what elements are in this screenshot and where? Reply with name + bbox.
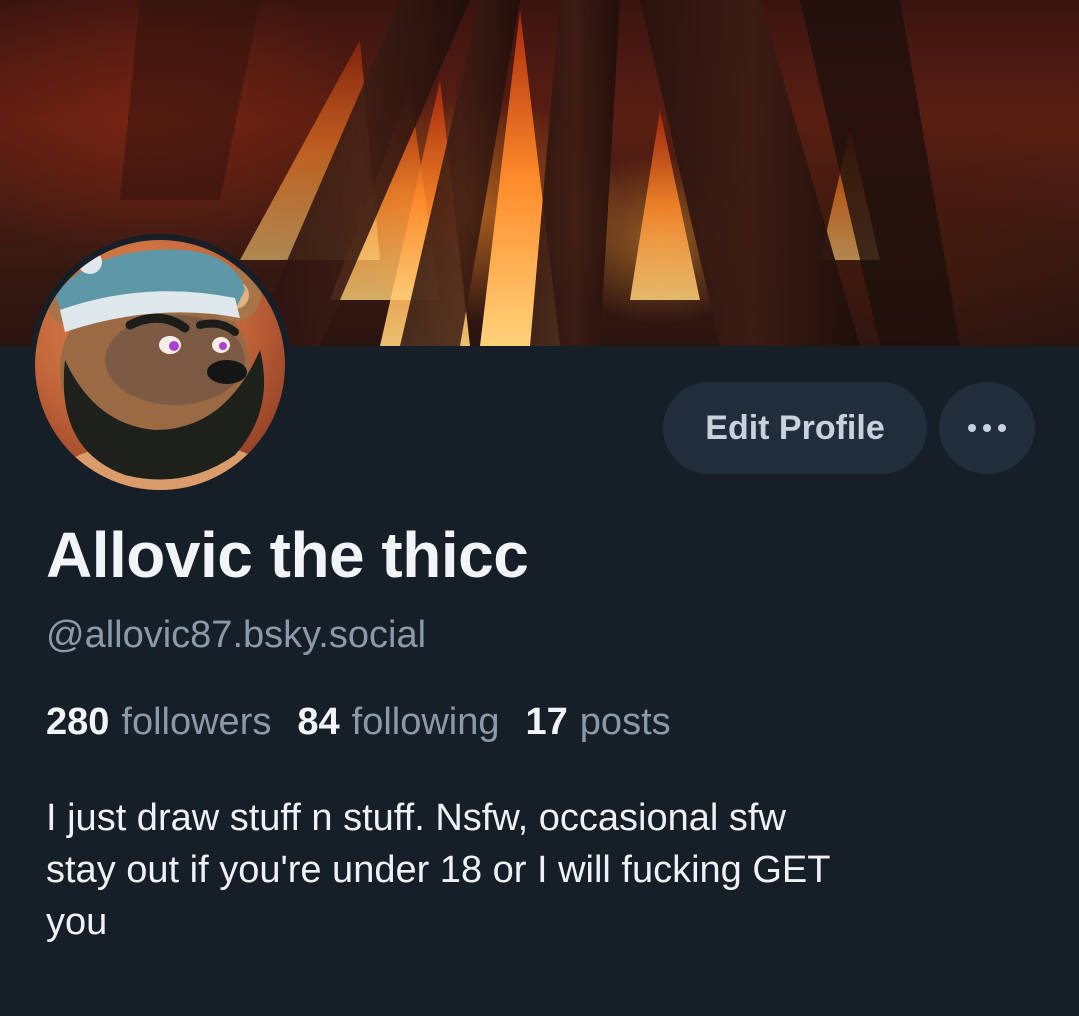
followers-link[interactable]: 280 followers (46, 701, 271, 744)
display-name: Allovic the thicc (46, 519, 529, 591)
bio-line: stay out if you're under 18 or I will fu… (46, 849, 831, 891)
bio-line: you (46, 901, 108, 943)
avatar[interactable] (29, 234, 291, 496)
edit-profile-button[interactable]: Edit Profile (663, 382, 927, 474)
followers-count: 280 (46, 701, 110, 743)
following-link[interactable]: 84 following (297, 701, 499, 744)
posts-count: 17 (525, 701, 568, 743)
posts-label: posts (579, 701, 671, 743)
more-options-button[interactable] (939, 382, 1035, 474)
bear-avatar-image (35, 240, 285, 490)
profile-handle: @allovic87.bsky.social (46, 614, 427, 656)
posts-count-item: 17 posts (526, 701, 671, 744)
followers-label: followers (121, 701, 272, 743)
following-count: 84 (297, 701, 340, 743)
bio-line: I just draw stuff n stuff. Nsfw, occasio… (46, 797, 786, 839)
profile-bio: I just draw stuff n stuff. Nsfw, occasio… (46, 792, 1026, 948)
more-options-icon (968, 424, 1006, 432)
following-label: following (351, 701, 500, 743)
profile-page: Edit Profile Allovic the thicc @allovic8… (0, 0, 1079, 1016)
profile-stats: 280 followers 84 following 17 posts (46, 701, 671, 744)
